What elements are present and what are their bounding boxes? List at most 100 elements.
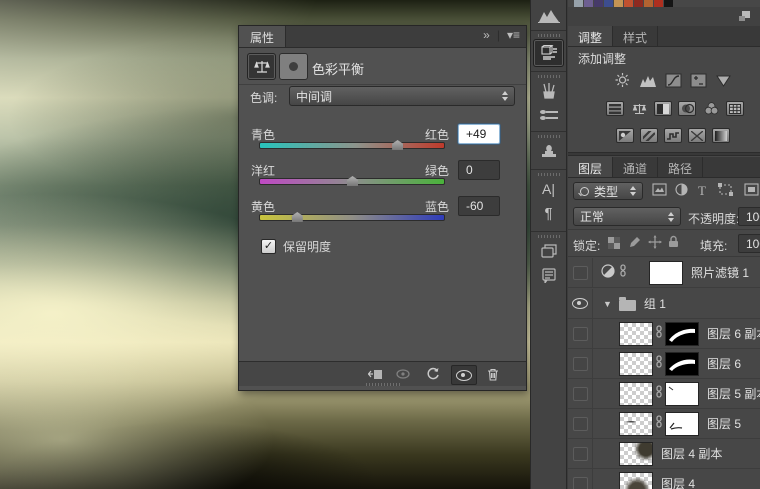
layer-name[interactable]: 组 1 (644, 295, 666, 312)
tab-properties[interactable]: 属性 (239, 26, 287, 47)
gradient-map-icon[interactable] (688, 128, 706, 143)
vibrance-icon[interactable] (715, 72, 732, 88)
levels-icon[interactable] (639, 72, 657, 88)
notes-panel-icon[interactable] (531, 263, 566, 287)
hue-saturation-icon[interactable] (606, 101, 624, 116)
mask-link-icon[interactable] (655, 325, 663, 342)
layer-mask-thumbnail[interactable] (665, 351, 699, 376)
toggle-visibility-icon[interactable] (451, 365, 477, 385)
tab-layers[interactable]: 图层 (568, 157, 614, 177)
mask-link-icon[interactable] (655, 415, 663, 432)
layer-name[interactable]: 图层 5 副本 (707, 385, 760, 402)
layer-row[interactable]: 图层 5 副本 (568, 378, 760, 409)
filter-shape-layers-icon[interactable] (718, 183, 733, 196)
channel-mixer-icon[interactable] (702, 101, 720, 116)
photo-filter-icon[interactable] (678, 101, 696, 116)
visibility-toggle[interactable] (568, 257, 593, 288)
tone-select[interactable]: 中间调 (289, 86, 515, 106)
filter-smart-objects-icon[interactable] (744, 183, 759, 196)
color-lookup-icon[interactable] (726, 101, 744, 116)
swatch[interactable] (654, 0, 663, 7)
layer-name[interactable]: 图层 5 (707, 415, 741, 432)
reset-icon[interactable] (423, 365, 443, 383)
visibility-toggle[interactable] (568, 288, 593, 319)
black-white-icon[interactable] (654, 101, 672, 116)
swatch[interactable] (624, 0, 633, 7)
clone-source-icon[interactable] (531, 139, 566, 163)
layer-thumbnail[interactable] (619, 321, 653, 346)
layer-name[interactable]: 图层 6 副本 (707, 325, 760, 342)
cyan-red-slider[interactable] (259, 140, 445, 150)
layer-thumbnail[interactable] (619, 381, 653, 406)
layer-row[interactable]: 图层 5 (568, 408, 760, 439)
swatch[interactable] (664, 0, 673, 7)
magenta-green-slider[interactable] (259, 176, 445, 186)
delete-adjustment-icon[interactable] (483, 365, 503, 383)
layer-row[interactable]: 图层 6 副本 (568, 318, 760, 349)
visibility-toggle[interactable] (568, 348, 593, 379)
swatch[interactable] (634, 0, 643, 7)
exposure-icon[interactable] (690, 72, 707, 88)
mask-link-icon[interactable] (655, 355, 663, 372)
fill-value[interactable]: 100 (738, 234, 760, 253)
filter-adjustment-layers-icon[interactable] (675, 183, 688, 196)
yellow-blue-slider[interactable] (259, 212, 445, 222)
layer-thumbnail[interactable] (619, 441, 653, 466)
magenta-green-slider-thumb[interactable] (347, 176, 358, 186)
swatch[interactable] (604, 0, 613, 7)
layer-row-group-1[interactable]: ▼ 组 1 (568, 288, 760, 319)
visibility-toggle[interactable] (568, 468, 593, 489)
tab-styles[interactable]: 样式 (613, 26, 659, 46)
group-expand-icon[interactable]: ▼ (603, 299, 612, 309)
visibility-toggle[interactable] (568, 438, 593, 469)
threshold-icon[interactable] (664, 128, 682, 143)
layer-comps-icon[interactable] (531, 239, 566, 263)
color-balance-icon[interactable] (247, 53, 276, 80)
magenta-green-value[interactable]: 0 (458, 160, 500, 180)
layer-name[interactable]: 图层 6 (707, 355, 741, 372)
swatches-strip[interactable] (574, 0, 673, 7)
paragraph-panel-icon[interactable]: ¶ (531, 201, 566, 225)
preserve-luminosity-checkbox[interactable]: ✓ (261, 239, 276, 254)
invert-icon[interactable] (616, 128, 634, 143)
layer-row[interactable]: 图层 4 副本 (568, 438, 760, 469)
brightness-contrast-icon[interactable] (614, 72, 631, 88)
yellow-blue-value[interactable]: -60 (458, 196, 500, 216)
tab-paths[interactable]: 路径 (658, 157, 704, 177)
collapse-panel-icon[interactable]: » (483, 28, 490, 42)
swatch[interactable] (594, 0, 603, 7)
mask-link-icon[interactable] (619, 264, 627, 281)
swatch[interactable] (574, 0, 583, 7)
layer-thumbnail[interactable] (619, 411, 653, 436)
layer-name[interactable]: 图层 4 副本 (661, 445, 722, 462)
swatch[interactable] (584, 0, 593, 7)
properties-panel-icon[interactable] (533, 39, 564, 67)
layer-mask-icon[interactable] (279, 53, 308, 80)
layer-row-photo-filter-1[interactable]: 照片滤镜 1 (568, 257, 760, 288)
curves-icon[interactable] (665, 72, 682, 88)
layer-row[interactable]: 图层 4 (568, 468, 760, 489)
swatch[interactable] (614, 0, 623, 7)
color-balance-icon-small[interactable] (630, 101, 648, 116)
layer-mask-thumbnail[interactable] (665, 321, 699, 346)
lock-position-icon[interactable] (648, 235, 662, 249)
clip-to-layer-icon[interactable] (365, 365, 385, 383)
blend-mode-select[interactable]: 正常 (573, 207, 681, 226)
histogram-icon[interactable] (531, 3, 566, 27)
layer-mask-thumbnail[interactable] (665, 381, 699, 406)
filter-pixel-layers-icon[interactable] (652, 183, 667, 196)
posterize-icon[interactable] (640, 128, 658, 143)
lock-transparent-icon[interactable] (608, 237, 620, 249)
brush-presets-icon[interactable] (531, 103, 566, 127)
tab-channels[interactable]: 通道 (613, 157, 659, 177)
mask-link-icon[interactable] (655, 385, 663, 402)
opacity-value[interactable]: 100 (738, 207, 760, 226)
filter-type-layers-icon[interactable]: T (698, 183, 706, 199)
character-panel-icon[interactable]: A| (531, 177, 566, 201)
swatch[interactable] (644, 0, 653, 7)
layer-thumbnail[interactable] (619, 471, 653, 489)
selective-color-icon[interactable] (712, 128, 730, 143)
adjustment-thumb-icon[interactable] (601, 264, 615, 281)
layer-thumbnail[interactable] (619, 351, 653, 376)
lock-image-icon[interactable] (628, 236, 641, 249)
